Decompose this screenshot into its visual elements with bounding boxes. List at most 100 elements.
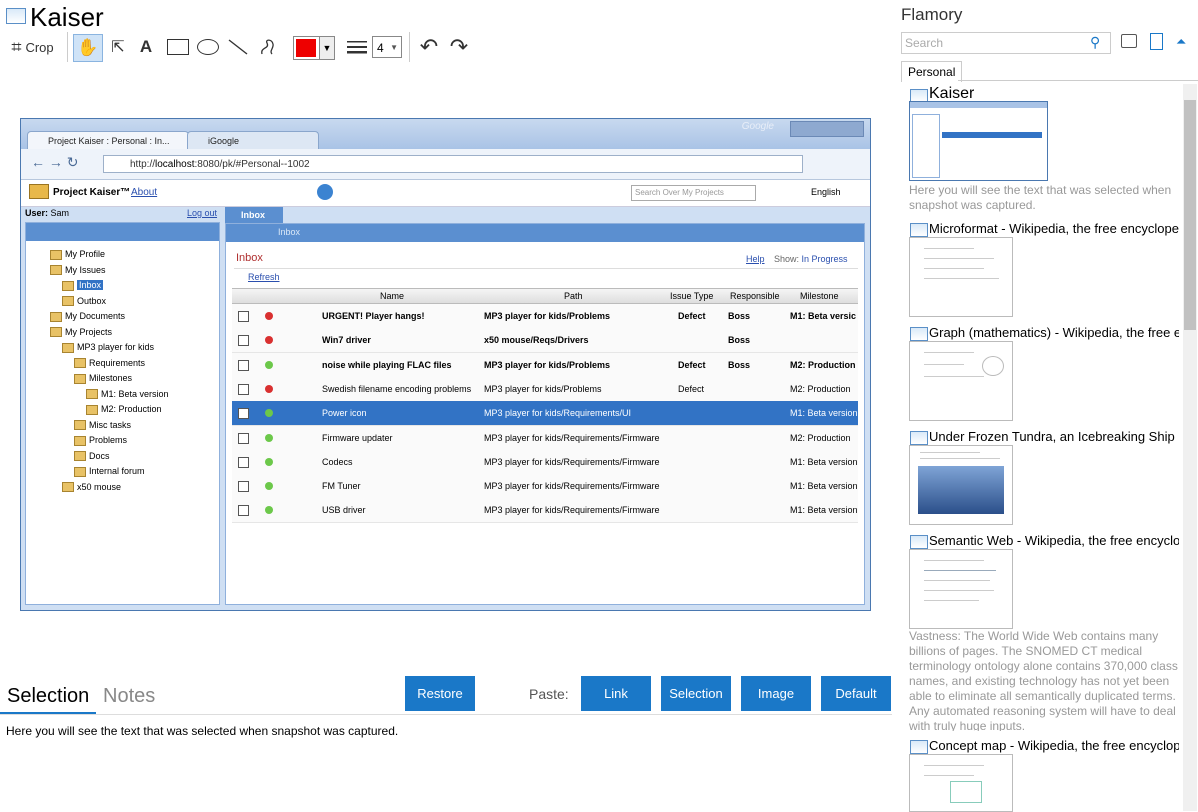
collapse-icon[interactable]: ⏶	[1176, 34, 1186, 50]
status-icon	[265, 409, 273, 418]
hand-icon: ✋	[77, 38, 99, 57]
table-row[interactable]: FM Tuner MP3 player for kids/Requirements…	[232, 474, 858, 500]
crop-label: Crop	[25, 39, 54, 55]
scrollbar-thumb[interactable]	[1184, 100, 1196, 330]
pointer-icon: ⇱	[111, 39, 125, 56]
tab-selection[interactable]: Selection	[7, 685, 89, 708]
freehand-tool-button[interactable]	[254, 34, 282, 60]
folder-icon	[62, 280, 74, 291]
app-name: Project Kaiser™	[53, 187, 131, 198]
tree-item: Problems	[74, 433, 127, 447]
undo-button[interactable]: ↶	[416, 34, 442, 60]
folder-icon	[50, 311, 62, 322]
select-tool-button[interactable]: ⇱	[106, 34, 130, 60]
folder-icon	[74, 466, 86, 477]
tree-item: My Profile	[50, 247, 105, 261]
folder-icon	[50, 327, 62, 338]
entry-title[interactable]: Semantic Web - Wikipedia, the free encyc…	[929, 533, 1179, 548]
tree-item: Misc tasks	[74, 418, 131, 432]
status-icon	[265, 506, 273, 515]
folder-icon	[74, 420, 86, 431]
folder-icon	[86, 404, 98, 415]
inbox-panel: Inbox Inbox Help Show: In Progress Refre…	[225, 223, 865, 605]
entry-thumbnail[interactable]	[909, 445, 1013, 525]
redo-icon: ↷	[449, 34, 469, 59]
table-row[interactable]: Swedish filename encoding problems MP3 pl…	[232, 376, 858, 402]
tree-item: My Documents	[50, 309, 125, 323]
status-icon	[265, 457, 273, 466]
restore-button[interactable]: Restore	[405, 676, 475, 711]
folder-icon	[62, 342, 74, 353]
project-search: Search Over My Projects	[631, 185, 756, 201]
tree-item: M1: Beta version	[86, 387, 169, 401]
rectangle-tool-button[interactable]	[164, 34, 192, 60]
app-header: Project Kaiser™ About Search Over My Pro…	[21, 180, 870, 207]
folder-icon	[50, 265, 62, 276]
snapshot-icon	[910, 223, 928, 237]
table-row[interactable]: Power icon MP3 player for kids/Requiremen…	[232, 401, 858, 427]
ellipse-tool-button[interactable]	[194, 34, 222, 60]
search-input[interactable]: Search	[901, 32, 1111, 54]
snapshot-canvas[interactable]: Project Kaiser : Personal : In... iGoogl…	[20, 118, 871, 611]
tree-item: Requirements	[74, 356, 145, 370]
table-row[interactable]: Codecs MP3 player for kids/Requirements/F…	[232, 449, 858, 475]
paste-image-button[interactable]: Image	[741, 676, 811, 711]
panel-title: Inbox	[236, 252, 263, 264]
freehand-icon	[261, 39, 274, 55]
paste-selection-button[interactable]: Selection	[661, 676, 731, 711]
text-tool-button[interactable]: A	[134, 34, 158, 60]
entry-title[interactable]: Graph (mathematics) - Wikipedia, the fre…	[929, 325, 1179, 340]
tree-item: My Projects	[50, 325, 112, 339]
entry-title[interactable]: Under Frozen Tundra, an Icebreaking Ship…	[929, 429, 1179, 444]
tree-item: MP3 player for kids	[62, 340, 154, 354]
crop-icon: ⌗	[11, 36, 22, 57]
paste-link-button[interactable]: Link	[581, 676, 651, 711]
color-swatch	[296, 39, 316, 57]
paste-label: Paste:	[529, 686, 569, 702]
folder-icon	[74, 435, 86, 446]
entry-title[interactable]: Microformat - Wikipedia, the free encycl…	[929, 221, 1179, 236]
about-link: About	[131, 187, 158, 198]
table-row[interactable]: URGENT! Player hangs! MP3 player for kids…	[232, 304, 858, 329]
folder-icon	[74, 451, 86, 462]
entry-title[interactable]: Concept map - Wikipedia, the free encycl…	[929, 738, 1179, 753]
status-icon	[265, 384, 273, 393]
color-picker[interactable]: ▼	[293, 36, 335, 60]
status-icon	[265, 360, 273, 369]
hand-tool-button[interactable]: ✋	[73, 34, 103, 62]
divider	[958, 80, 1198, 81]
tree-toolbar	[26, 223, 219, 241]
divider	[234, 268, 858, 269]
redo-button[interactable]: ↷	[446, 34, 472, 60]
row-checkbox	[238, 383, 249, 395]
entry-thumbnail[interactable]	[909, 549, 1013, 629]
search-icon[interactable]: ⚲	[1090, 34, 1100, 51]
tree-item: Docs	[74, 449, 110, 463]
table-row[interactable]: Win7 driver x50 mouse/Reqs/Drivers Boss	[232, 328, 858, 354]
inbox-tab: Inbox	[225, 207, 283, 223]
crop-button[interactable]: ⌗ Crop	[5, 34, 60, 60]
tab-notes[interactable]: Notes	[103, 685, 155, 708]
document-icon[interactable]	[1150, 33, 1163, 50]
table-row[interactable]: USB driver MP3 player for kids/Requiremen…	[232, 498, 858, 524]
entry-thumbnail[interactable]	[909, 754, 1013, 812]
table-row[interactable]: noise while playing FLAC files MP3 player…	[232, 352, 858, 378]
line-width-select[interactable]: 4 ▼	[372, 36, 402, 58]
chrome-brand: Google	[741, 121, 774, 132]
paste-default-button[interactable]: Default	[821, 676, 891, 711]
line-tool-button[interactable]	[224, 34, 252, 60]
tree-item: M2: Production	[86, 402, 162, 416]
entry-thumbnail[interactable]	[909, 101, 1048, 181]
entry-thumbnail[interactable]	[909, 237, 1013, 317]
folder-icon	[74, 373, 86, 384]
help-link: Help	[746, 254, 765, 264]
language-select: English	[811, 187, 841, 197]
tab-personal[interactable]: Personal	[901, 61, 963, 82]
snapshot-icon	[910, 327, 928, 341]
window-controls	[790, 121, 864, 137]
line-width-icon	[344, 34, 370, 60]
entry-thumbnail[interactable]	[909, 341, 1013, 421]
folder-icon	[62, 296, 74, 307]
table-row[interactable]: Firmware updater MP3 player for kids/Requ…	[232, 425, 858, 451]
camera-icon[interactable]	[1121, 34, 1137, 48]
